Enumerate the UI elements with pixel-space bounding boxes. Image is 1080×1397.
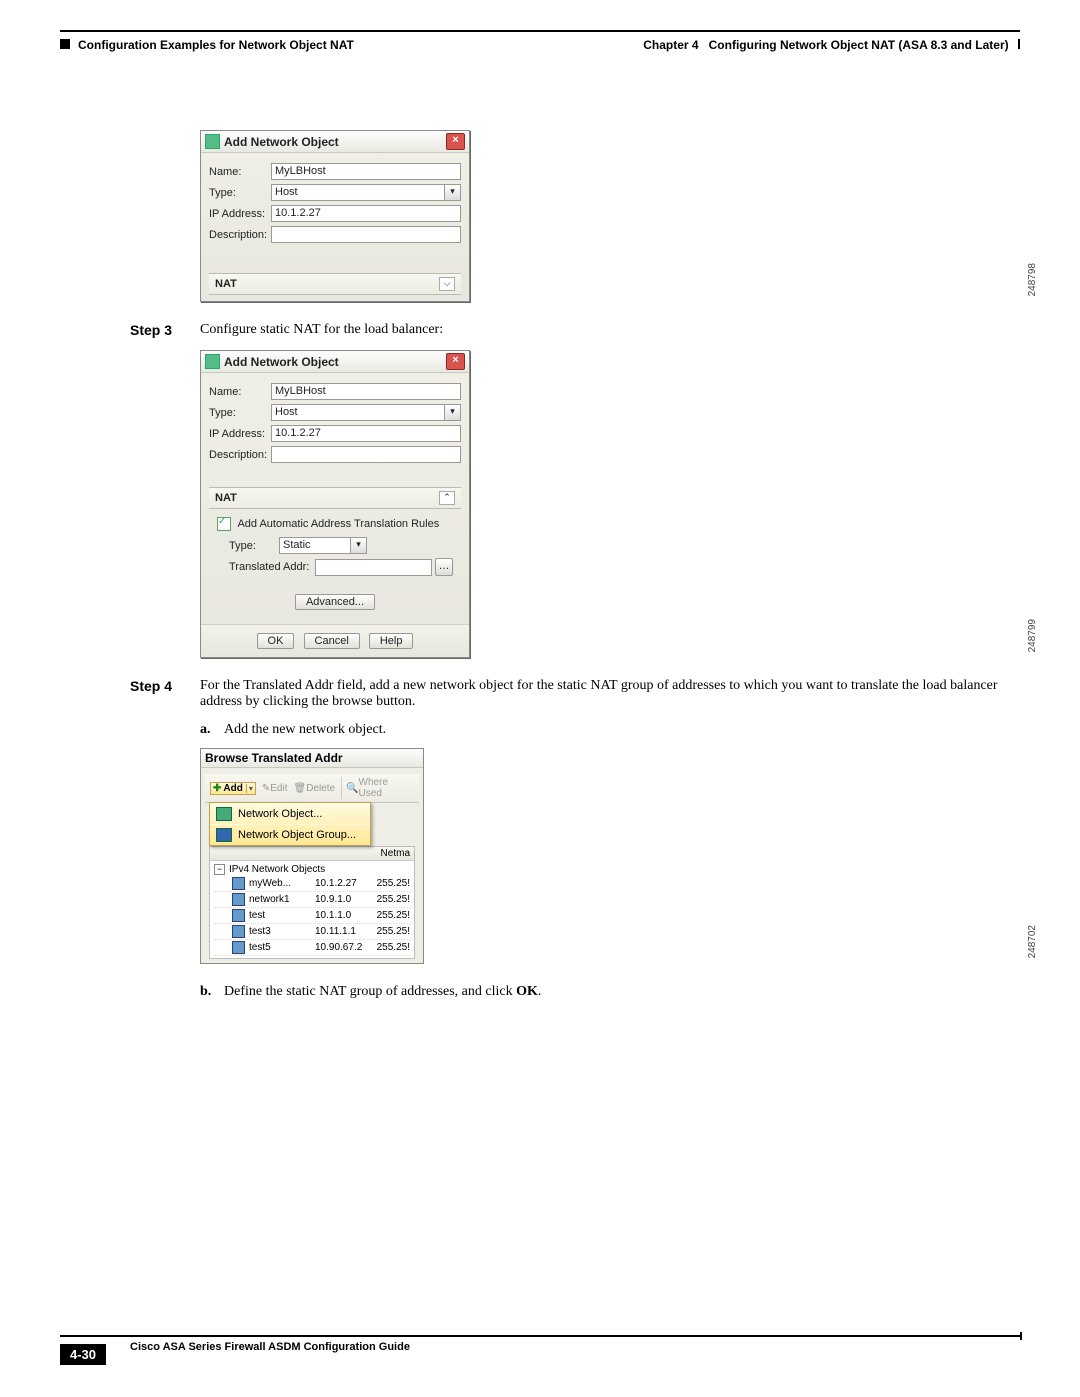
header-left: Configuration Examples for Network Objec… <box>60 38 354 52</box>
footer-guide-title: Cisco ASA Series Firewall ASDM Configura… <box>130 1341 410 1353</box>
browse-button[interactable]: … <box>435 558 453 576</box>
figure-id-1: 248798 <box>1027 263 1038 296</box>
sub-a-text: Add the new network object. <box>224 722 386 738</box>
host-icon <box>232 893 245 906</box>
host-icon <box>232 941 245 954</box>
step3-label: Step 3 <box>130 322 200 338</box>
sub-a-label: a. <box>200 722 224 738</box>
nat-type-label: Type: <box>229 540 279 552</box>
collapse-icon[interactable]: ⌃ <box>439 491 455 505</box>
nat-type-select[interactable]: Static ▾ <box>279 537 367 554</box>
name-label: Name: <box>209 386 271 398</box>
dialog2-titlebar: Add Network Object × <box>201 351 469 373</box>
menu-network-object[interactable]: Network Object... <box>210 803 370 824</box>
plus-icon: ✚ <box>213 783 221 794</box>
translated-addr-input[interactable] <box>315 559 432 576</box>
network-object-icon <box>216 807 232 821</box>
help-button[interactable]: Help <box>369 633 414 649</box>
advanced-button[interactable]: Advanced... <box>295 594 375 610</box>
type-select[interactable]: Host ▾ <box>271 404 461 421</box>
add-button[interactable]: ✚ Add ▾ <box>210 782 256 795</box>
where-used-button[interactable]: 🔍 Where Used <box>341 777 414 799</box>
ip-label: IP Address: <box>209 208 271 220</box>
edit-button[interactable]: ✎ Edit <box>262 783 288 794</box>
name-input[interactable]: MyLBHost <box>271 163 461 180</box>
ok-button[interactable]: OK <box>257 633 295 649</box>
tree-row[interactable]: test310.11.1.1255.25! <box>214 924 410 940</box>
name-label: Name: <box>209 166 271 178</box>
cancel-button[interactable]: Cancel <box>304 633 360 649</box>
ip-label: IP Address: <box>209 428 271 440</box>
step4-label: Step 4 <box>130 678 200 710</box>
chevron-down-icon[interactable]: ▾ <box>246 784 253 793</box>
desc-label: Description: <box>209 449 271 461</box>
tree-row[interactable]: test10.1.1.0255.25! <box>214 908 410 924</box>
translated-addr-label: Translated Addr: <box>229 561 315 573</box>
ip-input[interactable]: 10.1.2.27 <box>271 425 461 442</box>
tree-row[interactable]: test510.90.67.2255.25! <box>214 940 410 956</box>
desc-input[interactable] <box>271 226 461 243</box>
add-auto-label: Add Automatic Address Translation Rules <box>237 518 439 530</box>
add-menu: Network Object... Network Object Group..… <box>209 802 371 846</box>
chevron-down-icon[interactable]: ▾ <box>444 184 461 201</box>
menu-network-object-group[interactable]: Network Object Group... <box>210 824 370 845</box>
chevron-down-icon[interactable]: ▾ <box>350 537 367 554</box>
header-right: Chapter 4 Configuring Network Object NAT… <box>643 38 1020 52</box>
tree-row[interactable]: network110.9.1.0255.25! <box>214 892 410 908</box>
dialog1-titlebar: Add Network Object × <box>201 131 469 153</box>
figure-id-2: 248799 <box>1027 619 1038 652</box>
name-input[interactable]: MyLBHost <box>271 383 461 400</box>
sub-b-label: b. <box>200 984 224 1000</box>
ip-input[interactable]: 10.1.2.27 <box>271 205 461 222</box>
add-auto-checkbox[interactable] <box>217 517 231 531</box>
type-label: Type: <box>209 187 271 199</box>
app-icon <box>205 134 220 149</box>
step3-text: Configure static NAT for the load balanc… <box>200 322 443 338</box>
type-label: Type: <box>209 407 271 419</box>
tree-root[interactable]: − IPv4 Network Objects <box>214 863 410 876</box>
chevron-down-icon[interactable]: ▾ <box>444 404 461 421</box>
page-number: 4-30 <box>60 1344 106 1365</box>
close-icon[interactable]: × <box>446 353 465 370</box>
dialog1-title: Add Network Object <box>224 135 339 149</box>
nat-section-label: NAT <box>215 278 439 290</box>
host-icon <box>232 909 245 922</box>
step4-text: For the Translated Addr field, add a new… <box>200 678 1020 710</box>
dialog-browse-translated-addr: Browse Translated Addr ✚ Add ▾ ✎ Edit 🗑 … <box>200 748 1020 964</box>
app-icon <box>205 354 220 369</box>
desc-input[interactable] <box>271 446 461 463</box>
tree-row[interactable]: myWeb...10.1.2.27255.25! <box>214 876 410 892</box>
desc-label: Description: <box>209 229 271 241</box>
host-icon <box>232 925 245 938</box>
host-icon <box>232 877 245 890</box>
dialog2-title: Add Network Object <box>224 355 339 369</box>
delete-button[interactable]: 🗑 Delete <box>293 783 335 794</box>
browse-title: Browse Translated Addr <box>205 751 343 765</box>
type-select[interactable]: Host ▾ <box>271 184 461 201</box>
column-netmask: Netma <box>210 847 414 861</box>
sub-b-text: Define the static NAT group of addresses… <box>224 984 541 1000</box>
dialog-add-network-object-1: Add Network Object × Name: MyLBHost Type… <box>200 130 1020 302</box>
figure-id-3: 248702 <box>1027 925 1038 958</box>
nat-section-label: NAT <box>215 492 439 504</box>
network-object-group-icon <box>216 828 232 842</box>
dialog-add-network-object-2: Add Network Object × Name: MyLBHost Type… <box>200 350 1020 658</box>
close-icon[interactable]: × <box>446 133 465 150</box>
expand-icon[interactable]: ⌵ <box>439 277 455 291</box>
